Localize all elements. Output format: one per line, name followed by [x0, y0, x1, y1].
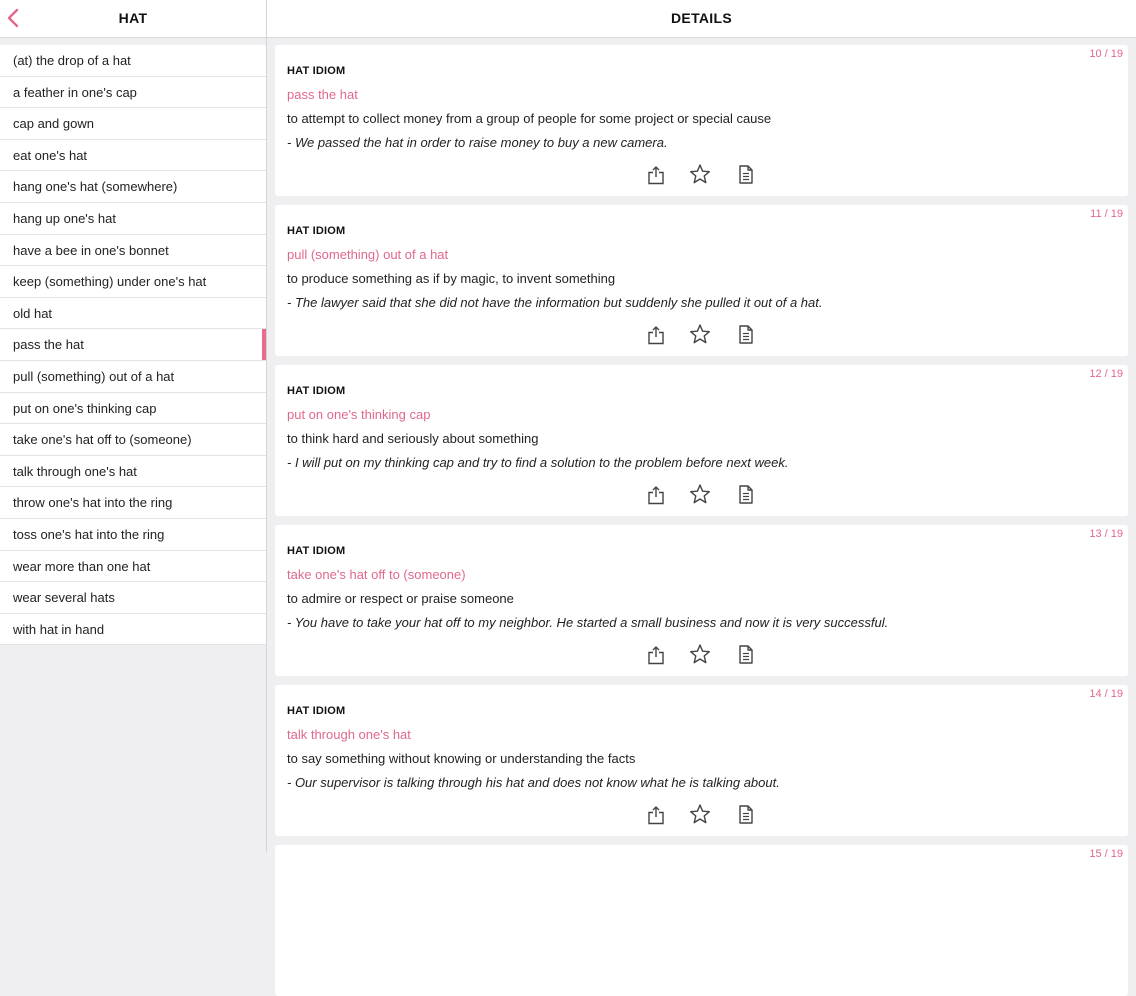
- card-actions: [645, 803, 755, 825]
- card-example: - We passed the hat in order to raise mo…: [287, 135, 668, 150]
- idiom-card: 15 / 19: [275, 845, 1128, 996]
- card-meaning: to attempt to collect money from a group…: [287, 111, 772, 126]
- card-phrase: pass the hat: [287, 87, 358, 102]
- card-phrase: put on one's thinking cap: [287, 407, 431, 422]
- list-item[interactable]: hang one's hat (somewhere): [0, 171, 266, 203]
- idiom-list-panel: HAT (at) the drop of a hat a feather in o…: [0, 0, 267, 852]
- card-counter: 15 / 19: [1089, 848, 1123, 860]
- list-item[interactable]: old hat: [0, 298, 266, 330]
- left-title: HAT: [118, 10, 148, 26]
- card-example: - The lawyer said that she did not have …: [287, 295, 823, 310]
- list-item[interactable]: a feather in one's cap: [0, 77, 266, 109]
- list-item[interactable]: throw one's hat into the ring: [0, 487, 266, 519]
- card-counter: 13 / 19: [1089, 528, 1123, 540]
- note-icon[interactable]: [735, 163, 757, 185]
- list-item[interactable]: wear more than one hat: [0, 551, 266, 583]
- card-phrase: talk through one's hat: [287, 727, 411, 742]
- idiom-card: 13 / 19 HAT IDIOM take one's hat off to …: [275, 525, 1128, 676]
- share-icon[interactable]: [645, 803, 667, 825]
- list-item[interactable]: eat one's hat: [0, 140, 266, 172]
- share-icon[interactable]: [645, 643, 667, 665]
- idiom-card: 10 / 19 HAT IDIOM pass the hat to attemp…: [275, 45, 1128, 196]
- details-header: DETAILS: [267, 0, 1136, 38]
- card-example: - I will put on my thinking cap and try …: [287, 455, 789, 470]
- star-icon[interactable]: [689, 323, 711, 345]
- card-phrase: pull (something) out of a hat: [287, 247, 449, 262]
- star-icon[interactable]: [689, 643, 711, 665]
- card-meaning: to say something without knowing or unde…: [287, 751, 636, 766]
- star-icon[interactable]: [689, 163, 711, 185]
- list-item[interactable]: put on one's thinking cap: [0, 393, 266, 425]
- note-icon[interactable]: [735, 483, 757, 505]
- details-title: DETAILS: [671, 10, 732, 26]
- list-item[interactable]: take one's hat off to (someone): [0, 424, 266, 456]
- idiom-card: 12 / 19 HAT IDIOM put on one's thinking …: [275, 365, 1128, 516]
- card-example: - Our supervisor is talking through his …: [287, 775, 780, 790]
- list-item[interactable]: cap and gown: [0, 108, 266, 140]
- list-item[interactable]: hang up one's hat: [0, 203, 266, 235]
- card-counter: 10 / 19: [1089, 48, 1123, 60]
- card-category: HAT IDIOM: [287, 225, 346, 237]
- card-counter: 12 / 19: [1089, 368, 1123, 380]
- list-item[interactable]: (at) the drop of a hat: [0, 45, 266, 77]
- list-item[interactable]: with hat in hand: [0, 614, 266, 646]
- share-icon[interactable]: [645, 323, 667, 345]
- star-icon[interactable]: [689, 803, 711, 825]
- card-actions: [645, 163, 755, 185]
- card-meaning: to admire or respect or praise someone: [287, 591, 514, 606]
- card-counter: 11 / 19: [1090, 208, 1123, 220]
- card-category: HAT IDIOM: [287, 65, 346, 77]
- idiom-card: 11 / 19 HAT IDIOM pull (something) out o…: [275, 205, 1128, 356]
- card-meaning: to think hard and seriously about someth…: [287, 431, 539, 446]
- card-actions: [645, 323, 755, 345]
- card-example: - You have to take your hat off to my ne…: [287, 615, 889, 630]
- card-phrase: take one's hat off to (someone): [287, 567, 466, 582]
- star-icon[interactable]: [689, 483, 711, 505]
- share-icon[interactable]: [645, 483, 667, 505]
- left-header: HAT: [0, 0, 266, 38]
- card-category: HAT IDIOM: [287, 545, 346, 557]
- note-icon[interactable]: [735, 323, 757, 345]
- card-category: HAT IDIOM: [287, 385, 346, 397]
- share-icon[interactable]: [645, 163, 667, 185]
- list-item[interactable]: talk through one's hat: [0, 456, 266, 488]
- list-item[interactable]: toss one's hat into the ring: [0, 519, 266, 551]
- list-item[interactable]: have a bee in one's bonnet: [0, 235, 266, 267]
- card-actions: [645, 483, 755, 505]
- list-item[interactable]: wear several hats: [0, 582, 266, 614]
- list-item[interactable]: keep (something) under one's hat: [0, 266, 266, 298]
- note-icon[interactable]: [735, 643, 757, 665]
- idiom-list: (at) the drop of a hat a feather in one's…: [0, 45, 266, 646]
- list-item[interactable]: pull (something) out of a hat: [0, 361, 266, 393]
- card-actions: [645, 643, 755, 665]
- card-counter: 14 / 19: [1089, 688, 1123, 700]
- idiom-card: 14 / 19 HAT IDIOM talk through one's hat…: [275, 685, 1128, 836]
- card-meaning: to produce something as if by magic, to …: [287, 271, 616, 286]
- list-item[interactable]: pass the hat: [0, 329, 266, 361]
- note-icon[interactable]: [735, 803, 757, 825]
- card-category: HAT IDIOM: [287, 705, 346, 717]
